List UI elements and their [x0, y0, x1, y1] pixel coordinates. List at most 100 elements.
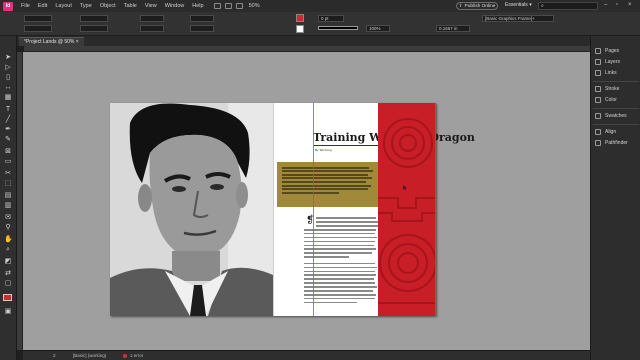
margin-guide-right — [435, 103, 436, 316]
height-field[interactable] — [80, 25, 108, 32]
decorative-red-panel[interactable] — [378, 103, 436, 316]
opacity-field[interactable]: 100% — [366, 25, 390, 32]
stroke-panel-tab[interactable]: Stroke — [595, 85, 619, 93]
note-tool-icon[interactable]: ✉ — [4, 214, 12, 222]
mouse-cursor-icon — [403, 185, 407, 190]
minimize-icon[interactable]: – — [604, 2, 607, 8]
gap-tool-icon[interactable]: ↔ — [4, 84, 12, 92]
gradient-tool-icon[interactable]: ▤ — [4, 192, 12, 200]
fill-swatch[interactable] — [296, 14, 304, 22]
y-position-field[interactable] — [24, 25, 52, 32]
pathfinder-panel-tab[interactable]: Pathfinder — [595, 139, 628, 147]
color-icon — [595, 97, 601, 103]
adobe-stock-search-input[interactable]: ⌕ — [538, 2, 598, 10]
close-tab-icon[interactable]: × — [76, 39, 79, 45]
menu-layout[interactable]: Layout — [55, 3, 72, 9]
fill-stroke-icon[interactable]: ◩ — [4, 258, 12, 266]
stroke-type-selector[interactable] — [318, 26, 358, 30]
article-byline[interactable]: By Tell Kong — [315, 148, 332, 152]
menu-type[interactable]: Type — [80, 3, 92, 9]
x-position-field[interactable] — [24, 15, 52, 22]
menu-edit[interactable]: Edit — [38, 3, 47, 9]
rotation-field[interactable] — [190, 15, 214, 22]
layers-label: Layers — [605, 59, 621, 65]
formatting-affects-icon[interactable]: ▢ — [4, 280, 12, 288]
zoom-tool-icon[interactable]: ⌕ — [4, 246, 12, 254]
bridge-icon[interactable] — [213, 3, 221, 9]
screen-mode-icon[interactable] — [235, 3, 243, 9]
type-tool-icon[interactable]: T — [4, 106, 12, 114]
preflight-error-icon[interactable] — [123, 354, 127, 358]
preflight-status[interactable]: 1 error — [130, 353, 143, 358]
panel-separator — [593, 108, 639, 109]
master-status: [Basic] (working) — [73, 353, 107, 358]
swatches-label: Swatches — [605, 113, 627, 119]
maximize-icon[interactable]: ▫ — [616, 2, 618, 8]
object-style-dropdown[interactable]: [Basic Graphics Frame]+ — [482, 15, 554, 22]
menu-window[interactable]: Window — [165, 3, 185, 9]
layers-panel-tab[interactable]: Layers — [595, 58, 620, 66]
shear-field[interactable] — [190, 25, 214, 32]
menu-view[interactable]: View — [145, 3, 157, 9]
stroke-swatch[interactable] — [296, 25, 304, 33]
direct-selection-tool-icon[interactable]: ▷ — [4, 64, 12, 72]
pencil-tool-icon[interactable]: ✎ — [4, 136, 12, 144]
close-icon[interactable]: × — [628, 2, 632, 8]
publish-online-button[interactable]: ⇪ Publish Online — [456, 2, 498, 10]
align-panel-tab[interactable]: Align — [595, 128, 616, 136]
scale-y-field[interactable] — [140, 25, 164, 32]
align-label: Align — [605, 129, 617, 135]
pull-quote-box[interactable] — [277, 162, 382, 207]
page-tool-icon[interactable]: ▯ — [4, 74, 12, 82]
hand-tool-icon[interactable]: ✋ — [4, 236, 13, 244]
pages-label: Pages — [605, 48, 620, 54]
links-panel-tab[interactable]: Links — [595, 69, 617, 77]
scale-x-field[interactable] — [140, 15, 164, 22]
menu-object[interactable]: Object — [100, 3, 116, 9]
view-options-icon[interactable] — [224, 3, 232, 9]
screen-mode-toggle-icon[interactable]: ▣ — [4, 308, 12, 316]
document-tab[interactable]: *Project Lands @ 50% × — [19, 37, 84, 46]
line-tool-icon[interactable]: ╱ — [4, 116, 12, 124]
rectangle-frame-tool-icon[interactable]: ⊠ — [4, 148, 12, 156]
margin-guide-left — [313, 103, 314, 316]
fill-color-indicator[interactable] — [3, 294, 12, 301]
gradient-feather-icon[interactable]: ▥ — [4, 202, 12, 210]
dimension-field[interactable]: 0.1667 in — [436, 25, 470, 32]
menu-file[interactable]: File — [21, 3, 30, 9]
swap-colors-icon[interactable]: ⇄ — [4, 270, 12, 278]
rectangle-tool-icon[interactable]: ▭ — [4, 158, 12, 166]
spread-spine — [273, 103, 274, 316]
pages-panel-tab[interactable]: Pages — [595, 47, 619, 55]
scissors-tool-icon[interactable]: ✂ — [4, 170, 12, 178]
indesign-app-icon: Id — [3, 1, 13, 11]
stroke-weight-field[interactable]: 0 pt — [318, 15, 344, 22]
chinese-pattern-graphic — [378, 103, 436, 316]
eyedropper-tool-icon[interactable]: ⚲ — [4, 224, 12, 232]
publish-label: Publish Online — [464, 3, 496, 9]
chevron-down-icon: ▾ — [529, 2, 532, 8]
menu-table[interactable]: Table — [124, 3, 137, 9]
article-body-text-frame[interactable] — [304, 215, 379, 304]
zoom-level[interactable]: 50% — [249, 3, 260, 9]
pasteboard[interactable]: Training With The Dragon By Tell Kong ❡ — [23, 52, 590, 350]
document-tab-bar: *Project Lands @ 50% × — [17, 36, 592, 46]
selection-tool-icon[interactable]: ➤ — [4, 54, 12, 62]
document-spread[interactable]: Training With The Dragon By Tell Kong ❡ — [110, 103, 475, 316]
menu-help[interactable]: Help — [192, 3, 203, 9]
swatches-panel-tab[interactable]: Swatches — [595, 112, 627, 120]
stroke-label: Stroke — [605, 86, 620, 92]
workspace-switcher[interactable]: Essentials ▾ — [505, 2, 532, 8]
color-label: Color — [605, 97, 617, 103]
width-field[interactable] — [80, 15, 108, 22]
pathfinder-label: Pathfinder — [605, 140, 628, 146]
panel-separator — [593, 81, 639, 82]
page-number-field[interactable]: 2 — [53, 353, 56, 358]
pen-tool-icon[interactable]: ✒ — [4, 126, 12, 134]
pages-icon — [595, 48, 601, 54]
color-panel-tab[interactable]: Color — [595, 96, 617, 104]
content-collector-icon[interactable]: ▦ — [4, 94, 12, 102]
control-panel: 0 pt 100% 0.1667 in [Basic Graphics Fram… — [0, 12, 640, 36]
free-transform-tool-icon[interactable]: ⬚ — [4, 180, 12, 188]
portrait-photo[interactable] — [110, 103, 273, 316]
